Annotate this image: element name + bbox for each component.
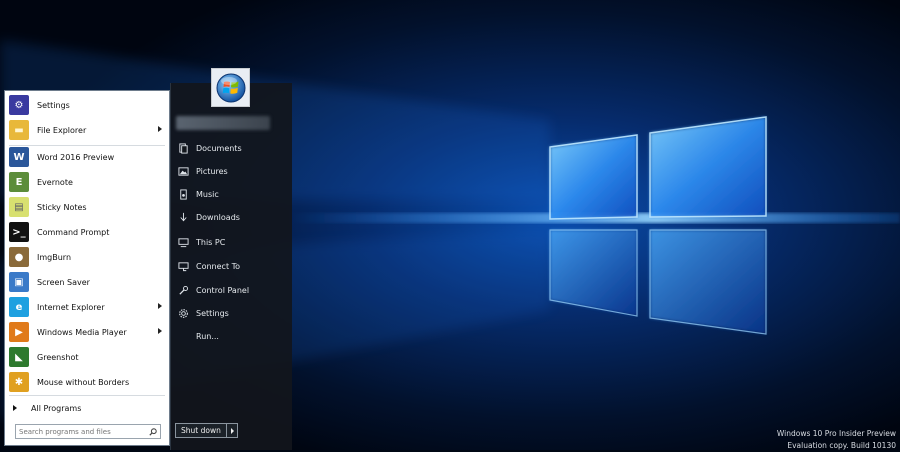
places-item-label: Downloads [196, 212, 240, 222]
internet-explorer-icon: e [9, 297, 29, 317]
pinned-item-label: Greenshot [37, 352, 79, 362]
gear-icon: ⚙ [9, 95, 29, 115]
triangle-right-icon [13, 405, 17, 411]
run-icon [178, 331, 189, 342]
places-item-label: This PC [196, 237, 226, 247]
places-item-label: Pictures [196, 166, 228, 176]
pinned-item[interactable]: ▶ Windows Media Player [5, 320, 169, 344]
downloads-icon [178, 212, 189, 223]
places-item-label: Control Panel [196, 285, 250, 295]
places-item-label: Run... [196, 331, 219, 341]
divider [9, 395, 165, 396]
pinned-item-label: Sticky Notes [37, 202, 87, 212]
places-item[interactable]: Downloads [170, 207, 291, 227]
divider [9, 145, 165, 146]
places-item[interactable]: Music [170, 184, 291, 204]
pinned-item-label: Evernote [37, 177, 73, 187]
pinned-item[interactable]: E Evernote [5, 170, 169, 194]
pinned-item-label: Mouse without Borders [37, 377, 130, 387]
places-item[interactable]: Documents [170, 138, 291, 158]
places-item[interactable]: Settings [170, 303, 291, 323]
control-panel-icon [178, 285, 189, 296]
music-icon [178, 188, 189, 200]
mouse-without-borders-icon: ✱ [9, 372, 29, 392]
sticky-notes-icon: ▤ [9, 197, 29, 217]
places-item-label: Settings [196, 308, 229, 318]
pinned-item-label: Word 2016 Preview [37, 152, 115, 162]
places-item[interactable]: Run... [170, 326, 291, 346]
pinned-item[interactable]: ⚙ Settings [5, 93, 169, 117]
folder-icon: ▬ [9, 120, 29, 140]
evaluation-watermark: Windows 10 Pro Insider Preview Evaluatio… [777, 428, 896, 452]
watermark-line-2: Evaluation copy. Build 10130 [787, 441, 896, 450]
pinned-item[interactable]: ▬ File Explorer [5, 118, 169, 142]
watermark-line-1: Windows 10 Pro Insider Preview [776, 429, 896, 438]
pinned-item[interactable]: >_ Command Prompt [5, 220, 169, 244]
username-blurred [176, 116, 270, 130]
pinned-item-label: Screen Saver [37, 277, 90, 287]
shutdown-label: Shut down [181, 426, 221, 435]
pinned-item[interactable]: e Internet Explorer [5, 295, 169, 319]
pinned-item[interactable]: ● ImgBurn [5, 245, 169, 269]
gear-icon [178, 308, 189, 319]
connect-to-icon [178, 261, 189, 272]
command-prompt-icon: >_ [9, 222, 29, 242]
places-item-label: Music [196, 189, 219, 199]
pictures-icon [178, 166, 189, 177]
all-programs-label: All Programs [31, 403, 82, 413]
imgburn-icon: ● [9, 247, 29, 267]
places-item[interactable]: This PC [170, 232, 291, 252]
pinned-item-label: Settings [37, 100, 70, 110]
start-menu-left-panel: ⚙ Settings ▬ File Explorer W Word 2016 Previe… [4, 90, 170, 446]
media-player-icon: ▶ [9, 322, 29, 342]
pinned-item-label: Command Prompt [37, 227, 110, 237]
places-item[interactable]: Control Panel [170, 280, 291, 300]
windows-logo-icon [216, 73, 245, 102]
screen-saver-icon: ▣ [9, 272, 29, 292]
submenu-arrow-icon[interactable] [158, 303, 162, 309]
pinned-item[interactable]: W Word 2016 Preview [5, 145, 169, 169]
this-pc-icon [178, 237, 189, 248]
triangle-right-icon [230, 427, 234, 434]
pinned-item-label: File Explorer [37, 125, 87, 135]
all-programs-button[interactable]: All Programs [5, 400, 169, 416]
pinned-item[interactable]: ▤ Sticky Notes [5, 195, 169, 219]
places-item[interactable]: Pictures [170, 161, 291, 181]
shutdown-options-button[interactable] [226, 424, 237, 437]
greenshot-icon: ◣ [9, 347, 29, 367]
search-input[interactable] [15, 424, 161, 439]
pinned-item-label: ImgBurn [37, 252, 72, 262]
pinned-item[interactable]: ✱ Mouse without Borders [5, 370, 169, 394]
evernote-icon: E [9, 172, 29, 192]
user-picture[interactable] [211, 68, 250, 107]
submenu-arrow-icon[interactable] [158, 328, 162, 334]
places-item-label: Documents [196, 143, 242, 153]
pinned-item-label: Windows Media Player [37, 327, 127, 337]
search-icon[interactable] [149, 428, 157, 436]
places-item-label: Connect To [196, 261, 241, 271]
word-icon: W [9, 147, 29, 167]
submenu-arrow-icon[interactable] [158, 126, 162, 132]
pinned-item[interactable]: ▣ Screen Saver [5, 270, 169, 294]
pinned-item-label: Internet Explorer [37, 302, 105, 312]
documents-icon [178, 142, 189, 154]
pinned-item[interactable]: ◣ Greenshot [5, 345, 169, 369]
shutdown-button[interactable]: Shut down [175, 423, 238, 438]
places-item[interactable]: Connect To [170, 256, 291, 276]
